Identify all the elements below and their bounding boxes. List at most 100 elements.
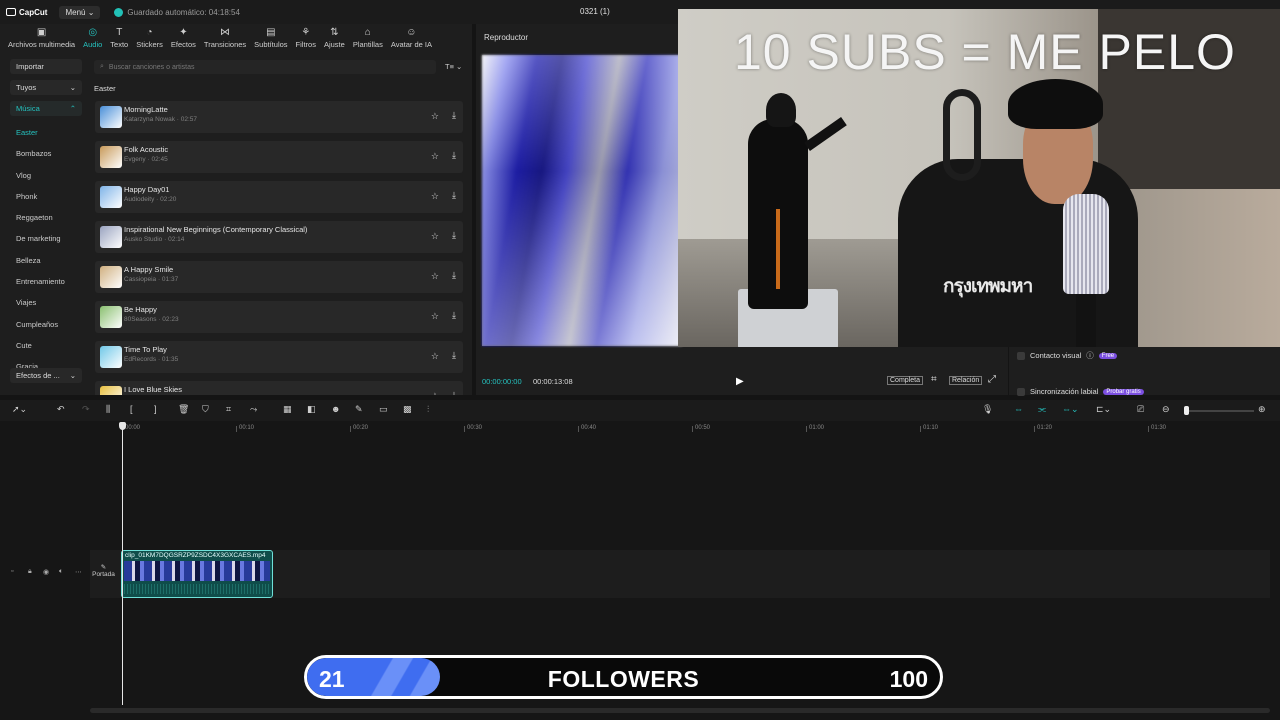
select-cursor-icon[interactable]: ➚⌄ [12,404,27,415]
tab-text[interactable]: T Texto [106,24,132,51]
sidebar-item-bombazos[interactable]: Bombazos [10,143,82,164]
track-item[interactable]: Happy Day01 Audiodeity · 02:20 ☆ ⤓ [95,181,463,213]
link-main-track-icon[interactable]: ⇔ [1014,404,1023,414]
image-icon[interactable]: ▩ [403,404,412,415]
zoom-out-icon[interactable]: ⊖ [1162,404,1170,415]
playhead-handle[interactable] [119,422,126,430]
lip-sync-row[interactable]: Sincronización labial Probar gratis [1017,387,1144,396]
sidebar-item-belleza[interactable]: Belleza [10,250,82,271]
eye-icon[interactable]: ◉ [43,568,49,576]
zoom-slider[interactable] [1184,410,1254,412]
favorite-icon[interactable]: ☆ [431,231,439,242]
favorite-icon[interactable]: ☆ [431,151,439,162]
download-icon[interactable]: ⤓ [452,270,456,281]
magic-icon[interactable]: ✎ [355,404,363,415]
visual-contact-row[interactable]: Contacto visual ⓘ Free [1017,350,1118,361]
tab-adjust[interactable]: ⇅ Ajuste [320,24,349,51]
microphone-icon[interactable]: 🎙 [982,404,993,415]
track-item[interactable]: Folk Acoustic Evgeny · 02:45 ☆ ⤓ [95,141,463,173]
tab-transition[interactable]: ⋈ Transiciones [200,24,250,51]
tab-filter[interactable]: ⚘ Filtros [292,24,320,51]
checkbox-icon[interactable] [1017,387,1025,396]
try-free-badge[interactable]: Probar gratis [1103,388,1144,395]
undo-icon[interactable]: ↶ [57,404,65,415]
caption-toggle-icon[interactable]: ⎚ [1137,404,1144,415]
track-item[interactable]: Time To Play EdRecords · 01:35 ☆ ⤓ [95,341,463,373]
person-icon[interactable]: ☻ [331,404,340,414]
caption-icon[interactable]: ▭ [379,404,388,415]
tab-avatar[interactable]: ☺ Avatar de IA [387,24,436,51]
track-box-icon[interactable]: ▫ [11,568,13,575]
project-title[interactable]: 0321 (1) [580,7,610,16]
sidebar-item-viajes[interactable]: Viajes [10,292,82,313]
download-icon[interactable]: ⤓ [452,350,456,361]
trim-right-icon[interactable]: ] [154,404,157,414]
favorite-icon[interactable]: ☆ [431,111,439,122]
search-input[interactable]: ⌕ Buscar canciones o artistas [94,60,436,74]
lock-icon[interactable]: 🔒︎ [28,568,32,576]
aspect-ratio-button[interactable]: Relación [949,376,983,385]
zoom-in-icon[interactable]: ⊕ [1258,404,1266,415]
download-icon[interactable]: ⤓ [452,390,456,395]
favorite-icon[interactable]: ☆ [431,271,439,282]
sticker-tool-icon[interactable]: ▦ [283,404,292,415]
favorite-icon[interactable]: ☆ [431,311,439,322]
sidebar-item-phonk[interactable]: Phonk [10,186,82,207]
download-icon[interactable]: ⤓ [452,310,456,321]
timeline-scrollbar[interactable] [90,708,1270,713]
trim-left-icon[interactable]: [ [130,404,133,414]
volume-icon[interactable]: 🔈︎ [59,568,63,576]
track-item[interactable]: MorningLatte Katarzyna Nowak · 02:57 ☆ ⤓ [95,101,463,133]
tab-audio[interactable]: ◎ Audio [79,24,106,51]
snap-icon[interactable]: ⇔⌄ [1062,404,1079,415]
video-clip[interactable]: clip_01KM7DQGSRZP9ZSDC4X3GXCAES.mp4 [121,550,273,598]
speed-icon[interactable]: ⤳ [250,404,257,415]
sort-filter-button[interactable]: T≡ ⌄ [445,62,462,71]
fullscreen-icon[interactable]: ⤢ [988,374,996,385]
sidebar-item-cumpleaños[interactable]: Cumpleaños [10,314,82,335]
yours-dropdown[interactable]: Tuyos ⌄ [10,80,82,95]
download-icon[interactable]: ⤓ [452,230,456,241]
play-icon[interactable]: ▶ [736,376,744,387]
redo-icon[interactable]: ↷ [82,404,90,415]
favorite-icon[interactable]: ☆ [431,391,439,395]
full-view-button[interactable]: Completa [887,376,923,385]
crop-icon[interactable]: ⌗ [931,374,937,385]
preview-axis-icon[interactable]: ⊏⌄ [1096,404,1111,415]
split-icon[interactable]: ⫼ [106,404,110,415]
tab-effects[interactable]: ✦ Efectos [167,24,200,51]
crop-tool-icon[interactable]: ⌗ [226,404,231,415]
sidebar-item-entrenamiento[interactable]: Entrenamiento [10,271,82,292]
mirror-icon[interactable]: ◧ [307,404,316,415]
playhead[interactable] [122,424,123,705]
sound-effects-dropdown[interactable]: Efectos de ... ⌄ [10,368,82,383]
download-icon[interactable]: ⤓ [452,110,456,121]
delete-icon[interactable]: 🗑 [178,404,189,415]
sidebar-item-cute[interactable]: Cute [10,335,82,356]
zoom-slider-handle[interactable] [1184,406,1189,415]
tab-template[interactable]: ⌂ Plantillas [349,24,387,51]
sidebar-item-vlog[interactable]: Vlog [10,165,82,186]
tab-media[interactable]: ▣ Archivos multimedia [4,24,79,51]
track-item[interactable]: I Love Blue Skies ☆ ⤓ [95,381,463,395]
music-dropdown[interactable]: Música ⌃ [10,101,82,116]
sidebar-item-easter[interactable]: Easter [10,122,82,143]
menu-button[interactable]: Menú ⌄ [59,5,101,19]
checkbox-icon[interactable] [1017,351,1025,360]
cover-button[interactable]: ✎ Portada [91,563,116,578]
track-item[interactable]: A Happy Smile Cassiopeia · 01:37 ☆ ⤓ [95,261,463,293]
sidebar-item-de-marketing[interactable]: De marketing [10,228,82,249]
tab-sticker[interactable]: ◔ Stickers [132,24,167,51]
favorite-icon[interactable]: ☆ [431,191,439,202]
more-icon[interactable]: ⋯ [75,568,82,576]
track-item[interactable]: Inspirational New Beginnings (Contempora… [95,221,463,253]
sidebar-item-reggaeton[interactable]: Reggaeton [10,207,82,228]
favorite-icon[interactable]: ☆ [431,351,439,362]
track-item[interactable]: Be Happy 80Seasons · 02:23 ☆ ⤓ [95,301,463,333]
audio-split-icon[interactable]: ⫶ [427,404,429,415]
tab-subtitle[interactable]: ▤ Subtítulos [250,24,291,51]
import-button[interactable]: Importar [10,59,82,74]
shield-icon[interactable]: ⛉ [202,404,209,415]
download-icon[interactable]: ⤓ [452,190,456,201]
download-icon[interactable]: ⤓ [452,150,456,161]
